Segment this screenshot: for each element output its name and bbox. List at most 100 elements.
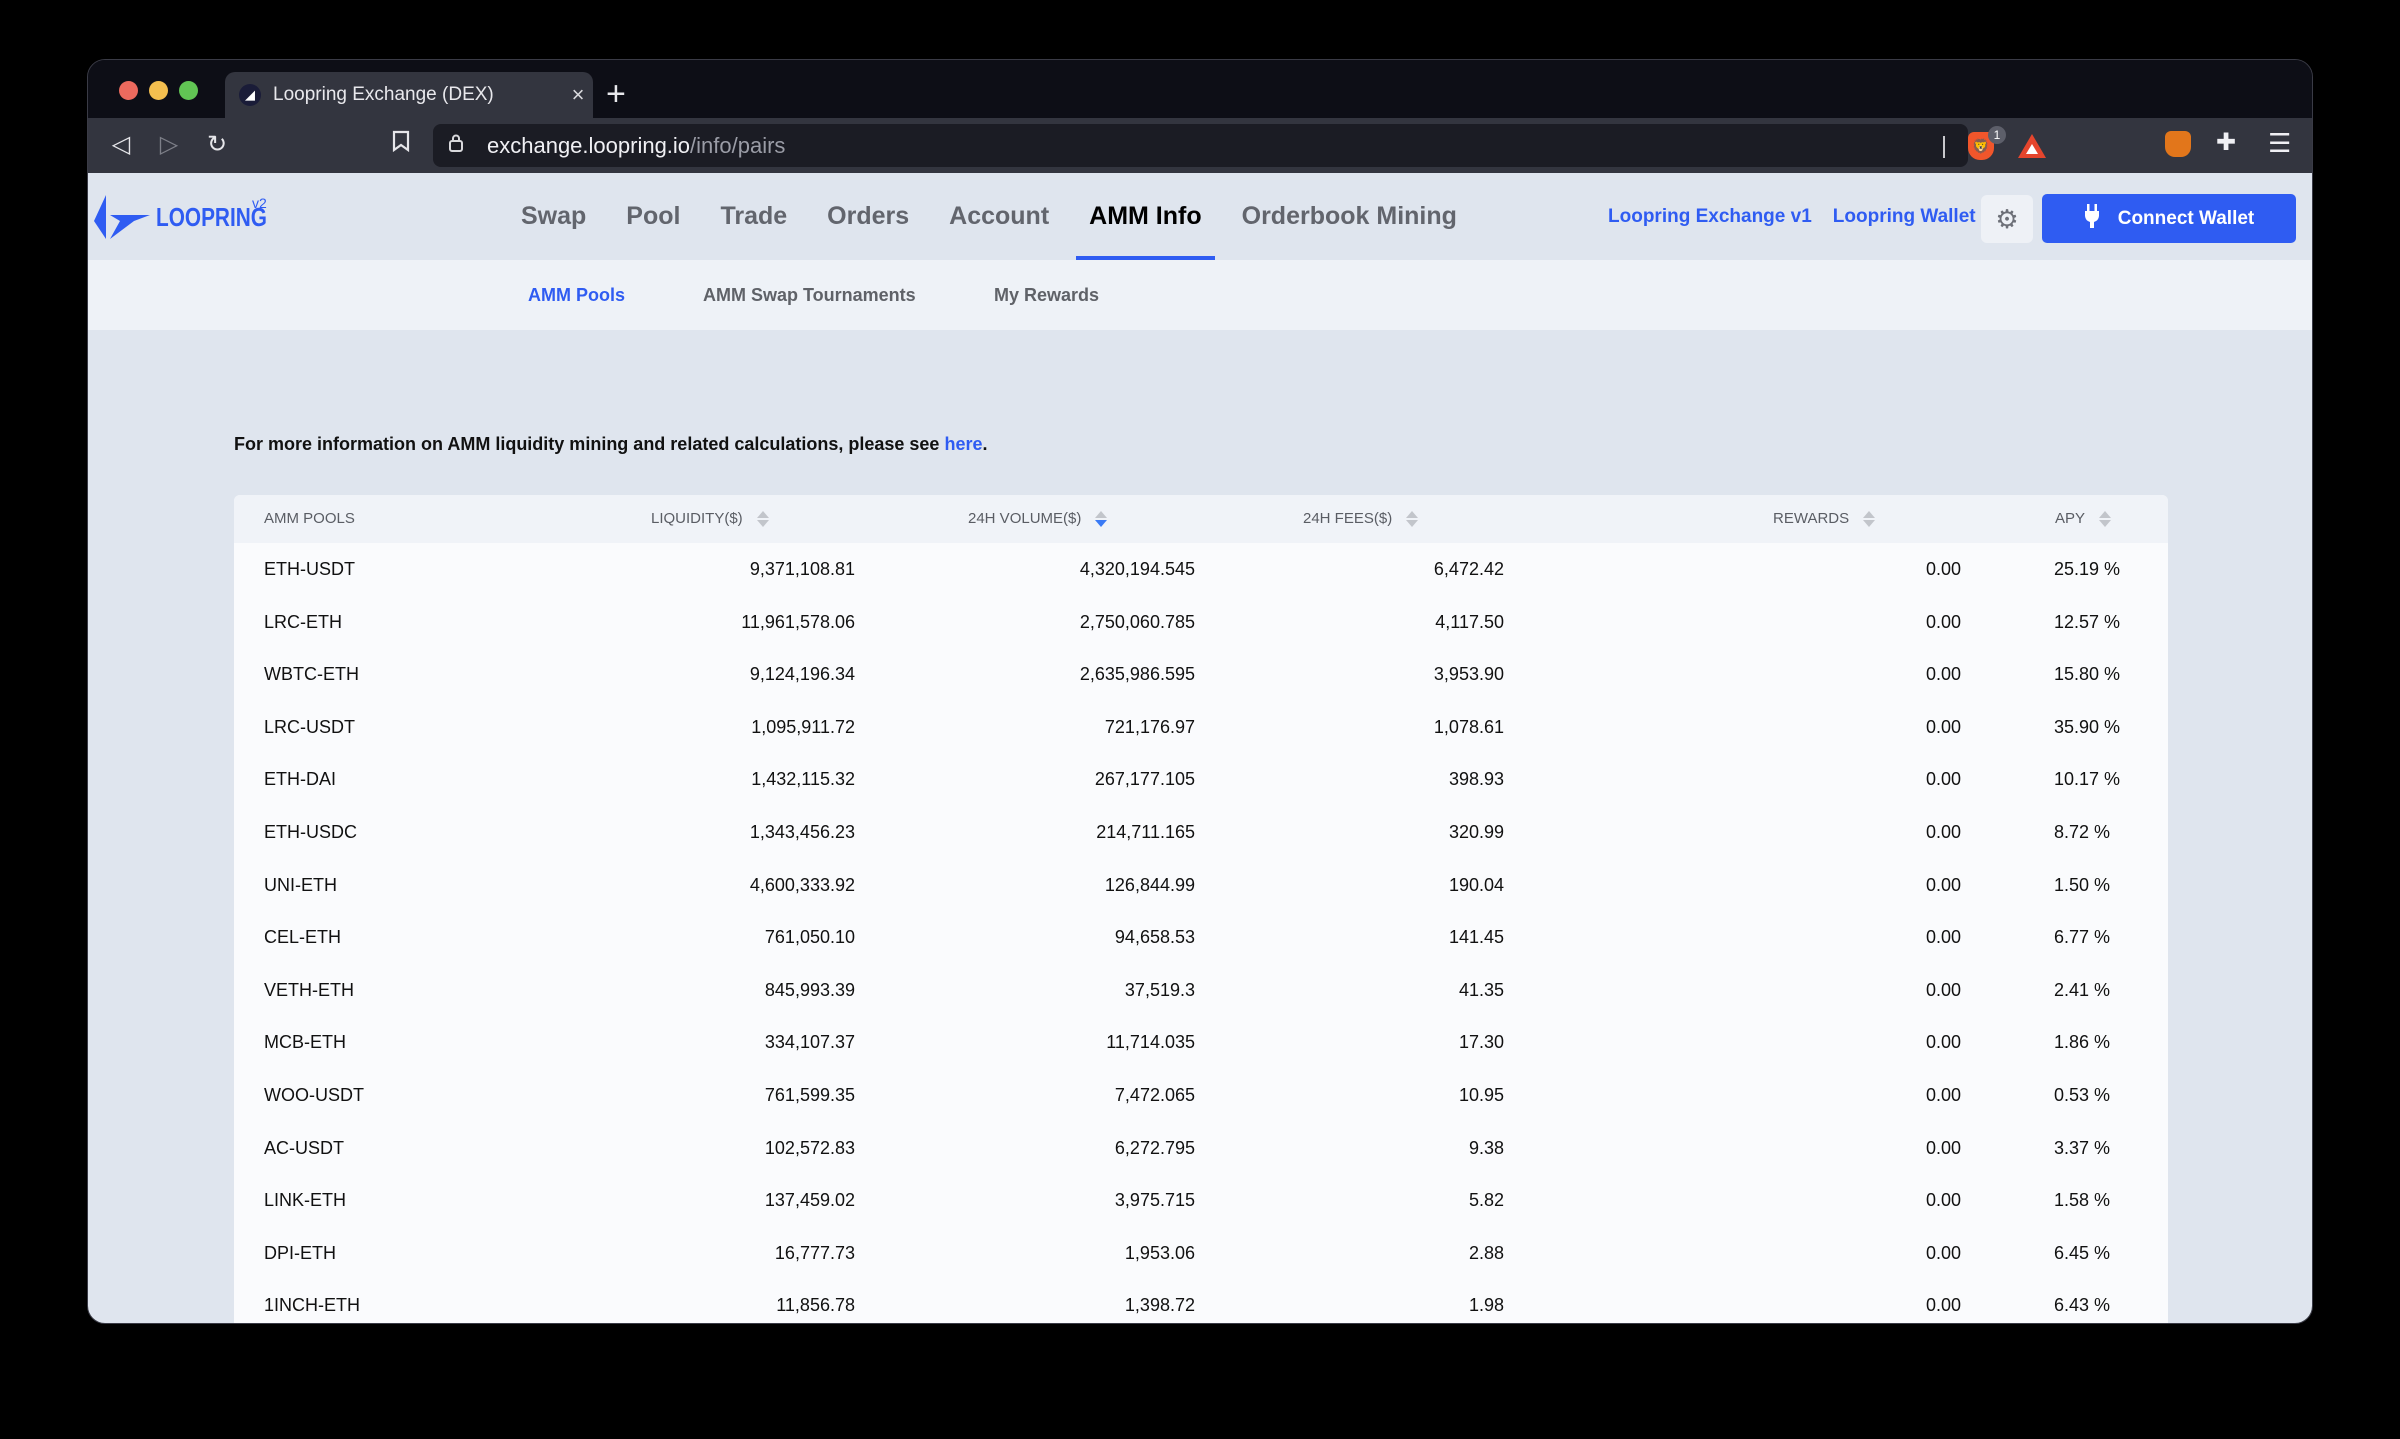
new-tab-button[interactable]: +: [606, 74, 626, 114]
cell-apy: 1.50 %: [2054, 874, 2111, 895]
table-row[interactable]: 1INCH-ETH 11,856.78 1,398.72 1.98 0.00 6.43 %: [234, 1279, 2168, 1323]
loopring-logo-icon: [94, 195, 150, 239]
subnav-my-rewards[interactable]: My Rewards: [994, 260, 1099, 330]
table-row[interactable]: LRC-ETH 11,961,578.06 2,750,060.785 4,117.5…: [234, 596, 2168, 649]
cell-liquidity: 334,107.37: [764, 1032, 855, 1053]
cell-24h-volume: 3,975.715: [1114, 1190, 1195, 1211]
cell-24h-volume: 37,519.3: [1124, 979, 1195, 1000]
cell-pool: ETH-USDC: [264, 821, 357, 842]
col-header-rewards[interactable]: REWARDS: [1773, 495, 1876, 543]
table-row[interactable]: UNI-ETH 4,600,333.92 126,844.99 190.04 0.00 1…: [234, 859, 2168, 912]
connect-wallet-button[interactable]: Connect Wallet: [2042, 194, 2296, 243]
maximize-window-button[interactable]: [179, 81, 198, 100]
cell-liquidity: 11,856.78: [776, 1295, 855, 1316]
loopring-wallet-link[interactable]: Loopring Wallet: [1833, 206, 1976, 228]
settings-button[interactable]: ⚙: [1981, 195, 2033, 243]
cell-24h-fees: 2.88: [1468, 1242, 1504, 1263]
sort-desc-active-icon[interactable]: [1095, 511, 1108, 527]
nav-swap[interactable]: Swap: [508, 173, 599, 260]
cell-pool: LINK-ETH: [264, 1190, 347, 1211]
info-here-link[interactable]: here: [944, 434, 982, 454]
cell-pool: DPI-ETH: [264, 1242, 336, 1263]
table-row[interactable]: ETH-USDC 1,343,456.23 214,711.165 320.99 0.0…: [234, 806, 2168, 859]
gear-icon: ⚙: [1995, 203, 2019, 234]
subnav-amm-pools[interactable]: AMM Pools: [528, 260, 625, 330]
loopring-logo[interactable]: LOOPRING v2: [94, 193, 295, 241]
cell-apy: 8.72 %: [2054, 821, 2111, 842]
col-header-24h-volume[interactable]: 24H VOLUME($): [968, 495, 1108, 543]
amm-pools-table: AMM POOLS LIQUIDITY($) 24H VOLUME($) 24H…: [234, 495, 2168, 1323]
table-row[interactable]: ETH-DAI 1,432,115.32 267,177.105 398.93 0.00…: [234, 753, 2168, 806]
brave-rewards-icon[interactable]: [2018, 134, 2046, 158]
back-icon[interactable]: ◁: [106, 130, 136, 160]
table-row[interactable]: LRC-USDT 1,095,911.72 721,176.97 1,078.61 0.…: [234, 701, 2168, 754]
cell-liquidity: 9,371,108.81: [749, 559, 855, 579]
cell-apy: 1.58 %: [2054, 1190, 2111, 1211]
cell-pool: AC-USDT: [264, 1137, 344, 1158]
sort-icon[interactable]: [2099, 511, 2112, 527]
table-row[interactable]: MCB-ETH 334,107.37 11,714.035 17.30 0.00 1.86…: [234, 1016, 2168, 1069]
address-bar[interactable]: exchange.loopring.io/info/pairs 🦁 1: [433, 124, 2046, 167]
browser-menu-icon[interactable]: ☰: [2268, 128, 2291, 159]
table-row[interactable]: LINK-ETH 137,459.02 3,975.715 5.82 0.00 1.58 …: [234, 1174, 2168, 1227]
forward-icon[interactable]: ▷: [154, 130, 184, 160]
cell-24h-volume: 94,658.53: [1114, 927, 1195, 948]
cell-pool: LRC-USDT: [264, 716, 356, 737]
sub-nav: AMM Pools AMM Swap Tournaments My Reward…: [88, 260, 2312, 330]
reload-icon[interactable]: ↻: [202, 130, 232, 160]
col-header-amm-pools: AMM POOLS: [264, 495, 355, 543]
cell-apy: 15.80 %: [2054, 664, 2121, 685]
cell-pool: CEL-ETH: [264, 927, 342, 948]
col-header-liquidity[interactable]: LIQUIDITY($): [651, 495, 769, 543]
browser-tab-active[interactable]: ◢ Loopring Exchange (DEX) ×: [225, 72, 593, 118]
url-path: /info/pairs: [690, 132, 786, 158]
table-row[interactable]: WBTC-ETH 9,124,196.34 2,635,986.595 3,953.9…: [234, 648, 2168, 701]
tab-close-icon[interactable]: ×: [563, 82, 593, 108]
nav-pool[interactable]: Pool: [613, 173, 693, 260]
cell-apy: 12.57 %: [2054, 611, 2121, 632]
nav-orders[interactable]: Orders: [814, 173, 922, 260]
table-row[interactable]: ETH-USDT 9,371,108.81 4,320,194.545 6,472.4…: [234, 543, 2168, 596]
cell-24h-volume: 2,750,060.785: [1079, 611, 1195, 632]
nav-trade[interactable]: Trade: [707, 173, 800, 260]
cell-24h-fees: 1,078.61: [1433, 716, 1504, 737]
cell-24h-volume: 721,176.97: [1104, 716, 1195, 737]
table-row[interactable]: WOO-USDT 761,599.35 7,472.065 10.95 0.00 0.53…: [234, 1069, 2168, 1122]
page-content: LOOPRING v2 Swap Pool Trade Orders Accou…: [88, 173, 2312, 1323]
col-header-label: 24H VOLUME($): [968, 510, 1082, 527]
plug-icon: [2084, 203, 2100, 234]
nav-account[interactable]: Account: [936, 173, 1062, 260]
cell-pool: WOO-USDT: [264, 1084, 364, 1105]
bookmark-icon[interactable]: [386, 130, 416, 160]
extensions-puzzle-icon[interactable]: ✚: [2216, 128, 2236, 157]
sort-icon[interactable]: [1863, 511, 1876, 527]
metamask-extension-icon[interactable]: [2165, 131, 2191, 157]
cell-rewards: 0.00: [1925, 1190, 1961, 1211]
nav-orderbook-mining[interactable]: Orderbook Mining: [1229, 173, 1470, 260]
loopring-exchange-v1-link[interactable]: Loopring Exchange v1: [1608, 206, 1812, 228]
col-header-apy[interactable]: APY: [2055, 495, 2112, 543]
cell-24h-fees: 320.99: [1448, 821, 1504, 842]
col-header-label: AMM POOLS: [264, 510, 355, 527]
table-row[interactable]: DPI-ETH 16,777.73 1,953.06 2.88 0.00 6.45 %: [234, 1227, 2168, 1280]
subnav-amm-swap-tournaments[interactable]: AMM Swap Tournaments: [703, 260, 916, 330]
browser-window: ◢ Loopring Exchange (DEX) × + ◁ ▷ ↻ exch…: [87, 59, 2313, 1324]
cell-liquidity: 4,600,333.92: [749, 874, 855, 895]
table-row[interactable]: CEL-ETH 761,050.10 94,658.53 141.45 0.00 6.77…: [234, 911, 2168, 964]
cell-apy: 6.45 %: [2054, 1242, 2111, 1263]
cell-liquidity: 1,432,115.32: [751, 769, 855, 790]
cell-pool: VETH-ETH: [264, 979, 354, 1000]
close-window-button[interactable]: [119, 81, 138, 100]
url-host: exchange.loopring.io: [487, 132, 691, 158]
minimize-window-button[interactable]: [149, 81, 168, 100]
cell-24h-fees: 10.95: [1458, 1084, 1504, 1105]
table-row[interactable]: VETH-ETH 845,993.39 37,519.3 41.35 0.00 2.41 …: [234, 964, 2168, 1017]
sort-icon[interactable]: [756, 511, 769, 527]
cell-apy: 0.53 %: [2054, 1084, 2111, 1105]
cell-rewards: 0.00: [1925, 1137, 1961, 1158]
col-header-24h-fees[interactable]: 24H FEES($): [1303, 495, 1419, 543]
sort-icon[interactable]: [1406, 511, 1419, 527]
cell-24h-volume: 126,844.99: [1104, 874, 1195, 895]
nav-amm-info[interactable]: AMM Info: [1076, 173, 1216, 261]
table-row[interactable]: AC-USDT 102,572.83 6,272.795 9.38 0.00 3.37 %: [234, 1122, 2168, 1175]
